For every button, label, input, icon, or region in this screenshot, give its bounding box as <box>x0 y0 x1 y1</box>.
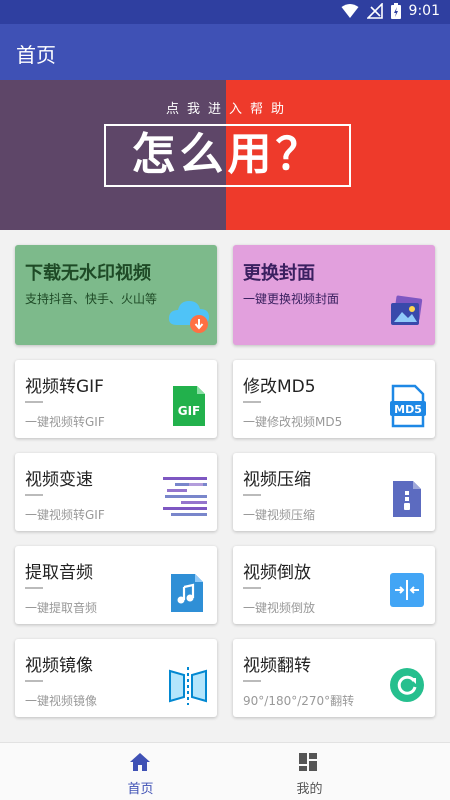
card-change-cover[interactable]: 更换封面 一键更换视频封面 <box>233 245 435 345</box>
card-subtitle: 一键视频镜像 <box>25 694 98 708</box>
md5-file-icon: MD5 <box>389 384 427 432</box>
battery-icon <box>390 3 401 19</box>
card-extract-audio[interactable]: 提取音频 一键提取音频 <box>15 546 217 624</box>
card-subtitle: 一键提取音频 <box>25 601 98 615</box>
signal-off-icon <box>366 3 383 19</box>
card-video-flip[interactable]: 视频翻转 90°/180°/270°翻转 <box>233 639 435 717</box>
card-title: 视频翻转 <box>243 656 311 676</box>
help-banner[interactable]: 点我进入帮助 怎么用？ <box>0 80 450 230</box>
card-divider <box>25 680 43 682</box>
svg-text:GIF: GIF <box>178 404 201 418</box>
tab-mine-label: 我的 <box>296 782 323 797</box>
mirror-icon <box>167 665 209 711</box>
card-subtitle: 一键视频压缩 <box>243 508 316 522</box>
wifi-icon <box>341 3 359 19</box>
rotate-icon <box>389 667 425 707</box>
card-subtitle: 一键视频转GIF <box>25 508 105 522</box>
page-title: 首页 <box>16 43 56 67</box>
card-subtitle: 支持抖音、快手、火山等 <box>25 292 158 306</box>
card-video-compress[interactable]: 视频压缩 一键视频压缩 <box>233 453 435 531</box>
card-subtitle: 一键更换视频封面 <box>243 292 340 306</box>
card-divider <box>243 401 261 403</box>
bottom-navigation: 首页 我的 <box>0 742 450 800</box>
status-bar: 9:01 <box>0 0 450 24</box>
cloud-download-icon <box>167 295 213 339</box>
banner-subtitle: 点我进入帮助 <box>165 102 292 117</box>
app-bar: 首页 <box>0 24 450 80</box>
card-divider <box>243 494 261 496</box>
speed-icon <box>161 473 211 527</box>
card-video-mirror[interactable]: 视频镜像 一键视频镜像 <box>15 639 217 717</box>
card-title: 修改MD5 <box>243 377 316 397</box>
banner-headline: 怎么用？ <box>131 129 324 180</box>
card-title: 更换封面 <box>243 263 315 284</box>
card-title: 视频倒放 <box>243 563 311 583</box>
card-divider <box>25 401 43 403</box>
card-divider <box>243 587 261 589</box>
card-divider <box>243 680 261 682</box>
card-title: 视频变速 <box>25 470 93 490</box>
image-icon <box>389 295 425 333</box>
card-subtitle: 90°/180°/270°翻转 <box>243 694 355 708</box>
status-time: 9:01 <box>408 3 440 19</box>
card-divider <box>25 494 43 496</box>
card-video-to-gif[interactable]: 视频转GIF 一键视频转GIF GIF <box>15 360 217 438</box>
reverse-icon <box>389 572 425 612</box>
card-video-speed[interactable]: 视频变速 一键视频转GIF <box>15 453 217 531</box>
card-modify-md5[interactable]: 修改MD5 一键修改视频MD5 MD5 <box>233 360 435 438</box>
zip-file-icon <box>391 479 423 523</box>
card-title: 视频镜像 <box>25 656 93 676</box>
home-icon <box>129 752 151 776</box>
card-subtitle: 一键视频倒放 <box>243 601 316 615</box>
card-divider <box>25 587 43 589</box>
dashboard-icon <box>298 752 318 776</box>
card-video-reverse[interactable]: 视频倒放 一键视频倒放 <box>233 546 435 624</box>
svg-text:MD5: MD5 <box>394 403 422 416</box>
card-subtitle: 一键修改视频MD5 <box>243 415 343 429</box>
music-file-icon <box>169 572 205 618</box>
status-icons: 9:01 <box>341 3 440 19</box>
tab-mine[interactable]: 我的 <box>197 743 422 800</box>
gif-file-icon: GIF <box>171 384 207 432</box>
card-title: 视频压缩 <box>243 470 311 490</box>
card-subtitle: 一键视频转GIF <box>25 415 105 429</box>
card-title: 下载无水印视频 <box>25 263 151 284</box>
card-download-no-watermark[interactable]: 下载无水印视频 支持抖音、快手、火山等 <box>15 245 217 345</box>
card-title: 视频转GIF <box>25 377 104 397</box>
card-title: 提取音频 <box>25 563 93 583</box>
